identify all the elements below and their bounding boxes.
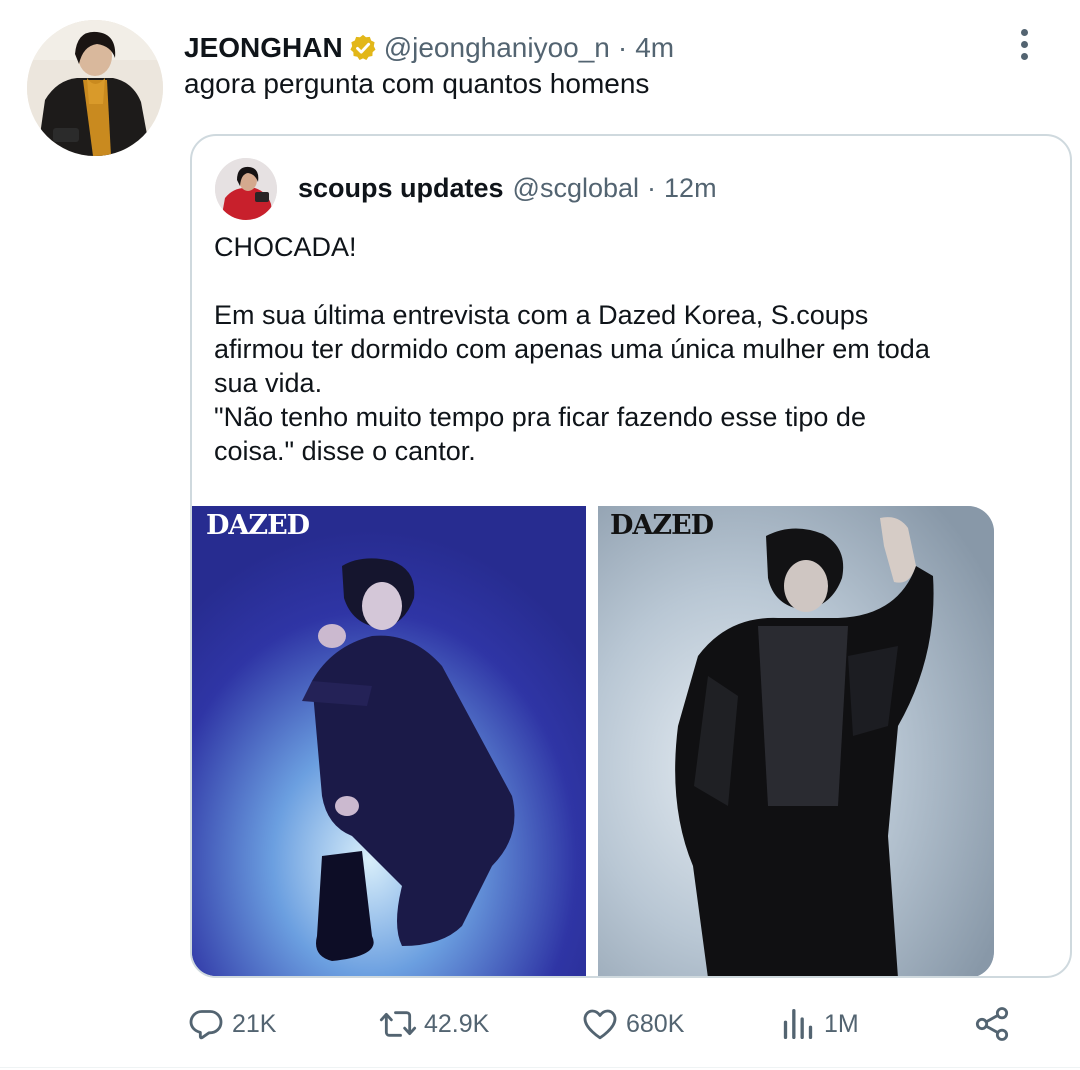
quoted-tweet-text: CHOCADA! Em sua última entrevista com a … <box>214 232 930 466</box>
reply-button[interactable]: 21K <box>186 1002 276 1046</box>
tweet: JEONGHAN @jeonghaniyoo_n · 4m agora perg… <box>0 0 1080 1070</box>
quoted-author-avatar[interactable] <box>215 158 277 220</box>
magazine-logo: DAZED <box>610 510 714 541</box>
media-photo-1[interactable]: DAZED <box>192 506 586 976</box>
views-icon <box>783 1009 813 1039</box>
photo-image <box>192 506 586 976</box>
retweet-button[interactable]: 42.9K <box>378 1002 489 1046</box>
reply-count: 21K <box>232 1009 277 1038</box>
divider <box>0 1067 1080 1068</box>
quoted-author-handle[interactable]: @scglobal <box>513 173 639 204</box>
author-handle[interactable]: @jeonghaniyoo_n <box>384 32 610 64</box>
quoted-tweet-header: scoups updates @scglobal · 12m <box>298 170 717 206</box>
quoted-avatar-image <box>215 158 277 220</box>
view-count: 1M <box>824 1009 859 1038</box>
quoted-tweet-timestamp[interactable]: 12m <box>664 173 717 204</box>
tweet-actions: 21K 42.9K 680K 1M <box>186 1002 1026 1046</box>
quoted-author-display-name[interactable]: scoups updates <box>298 173 504 204</box>
quoted-tweet[interactable]: scoups updates @scglobal · 12m CHOCADA! … <box>190 134 1072 978</box>
author-display-name[interactable]: JEONGHAN <box>184 32 343 64</box>
retweet-icon <box>379 1011 417 1037</box>
verified-badge-icon <box>348 33 378 63</box>
retweet-count: 42.9K <box>424 1009 490 1038</box>
more-options-icon[interactable] <box>1004 24 1044 64</box>
heart-icon <box>583 1009 617 1040</box>
share-button[interactable] <box>972 1002 1012 1046</box>
magazine-logo: DAZED <box>206 510 310 541</box>
author-avatar[interactable] <box>27 20 163 156</box>
separator-dot: · <box>647 172 657 203</box>
tweet-header: JEONGHAN @jeonghaniyoo_n · 4m <box>184 28 674 68</box>
quoted-tweet-media: DAZED DAZED <box>192 506 994 976</box>
avatar-image <box>27 20 163 156</box>
tweet-text: agora pergunta com quantos homens <box>184 68 650 99</box>
tweet-timestamp[interactable]: 4m <box>635 32 674 64</box>
media-photo-2[interactable]: DAZED <box>598 506 994 976</box>
share-icon <box>975 1007 1009 1041</box>
separator-dot: · <box>617 32 628 63</box>
photo-image <box>598 506 994 976</box>
like-count: 680K <box>626 1009 685 1038</box>
like-button[interactable]: 680K <box>580 1002 684 1046</box>
views-button[interactable]: 1M <box>778 1002 859 1046</box>
reply-icon <box>189 1010 223 1040</box>
